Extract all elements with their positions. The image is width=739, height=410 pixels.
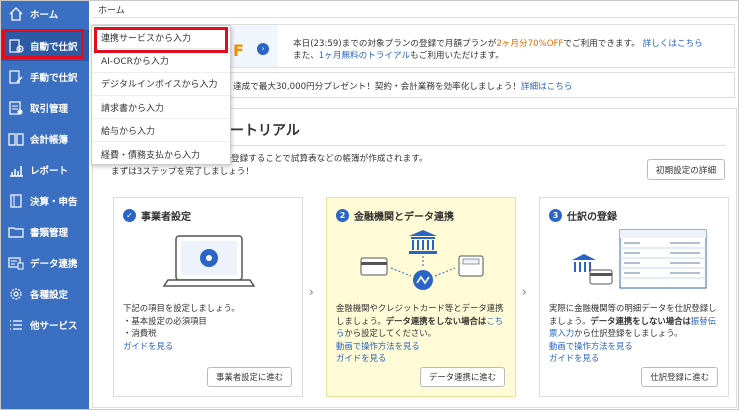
sidebar-item-closing[interactable]: 決算・申告 bbox=[1, 185, 89, 216]
menu-item-invoice[interactable]: 請求書から入力 bbox=[92, 96, 230, 120]
business-settings-button[interactable]: 事業者設定に進む bbox=[207, 367, 292, 387]
step-card-text: ・消費税 bbox=[123, 328, 157, 338]
sidebar: ホーム 自動で仕訳 手動で仕訳 取引管理 会計帳簿 レポート 決算・申告 書類管… bbox=[1, 1, 89, 409]
breadcrumb-home[interactable]: ホーム bbox=[98, 6, 125, 16]
home-icon bbox=[8, 6, 24, 22]
bank-link-illustration bbox=[360, 230, 484, 290]
sidebar-item-label: レポート bbox=[30, 165, 69, 177]
menu-item-payroll[interactable]: 給与から入力 bbox=[92, 119, 230, 143]
promo-text-part: もご利用いただけます。 bbox=[410, 51, 504, 61]
chevron-right-icon: › bbox=[522, 285, 527, 299]
menu-item-digital-invoice[interactable]: デジタルインボイスから入力 bbox=[92, 73, 230, 96]
sidebar-item-label: 手動で仕訳 bbox=[30, 72, 78, 84]
sidebar-item-other-services[interactable]: 他サービス bbox=[1, 309, 89, 340]
list-icon bbox=[8, 317, 24, 333]
transactions-icon bbox=[8, 100, 24, 116]
step-card-body: 実際に金融機関等の明細データを仕訳登録しましょう。データ連携をしない場合は振替伝… bbox=[549, 302, 724, 365]
video-link[interactable]: 動画で操作方法を見る bbox=[336, 341, 420, 351]
folder-icon bbox=[8, 224, 24, 240]
sidebar-item-label: ホーム bbox=[30, 10, 59, 21]
sidebar-item-label: 自動で仕訳 bbox=[30, 41, 78, 53]
step-card-business-settings: ✓ 事業者設定 下記の項目を設定しましょう。 ・基本設定の必須項目 ・消費税 ガ… bbox=[113, 197, 303, 397]
step-card-text: から設定してください。 bbox=[344, 328, 436, 338]
sidebar-item-home[interactable]: ホーム bbox=[1, 1, 89, 27]
promo-letter: F bbox=[233, 41, 244, 60]
closing-icon bbox=[8, 193, 24, 209]
sidebar-item-transactions[interactable]: 取引管理 bbox=[1, 92, 89, 123]
tutorial-desc-line: まずは3ステップを完了しましょう！ bbox=[111, 167, 254, 177]
trial-link[interactable]: 1ヶ月無料のトライアル bbox=[319, 51, 410, 61]
sidebar-item-label: 各種設定 bbox=[30, 289, 69, 301]
auto-entry-dropdown-menu: 連携サービスから入力 AI-OCRから入力 デジタルインボイスから入力 請求書か… bbox=[91, 25, 231, 165]
check-icon: ✓ bbox=[123, 209, 136, 222]
step-card-title: 金融機関とデータ連携 bbox=[354, 212, 454, 223]
promo-text: 本日(23:59)までの対象プランの登録で月額プランが2ヶ月分70%OFFでご利… bbox=[293, 38, 703, 62]
sidebar-item-auto-entry[interactable]: 自動で仕訳 bbox=[1, 30, 89, 61]
report-icon bbox=[8, 162, 24, 178]
journal-table-illustration bbox=[572, 229, 707, 289]
sidebar-item-label: 他サービス bbox=[30, 320, 78, 332]
tutorial-title: ートリアル bbox=[230, 123, 300, 139]
laptop-illustration bbox=[162, 235, 256, 287]
sidebar-item-label: 決算・申告 bbox=[30, 196, 78, 208]
guide-link[interactable]: ガイドを見る bbox=[549, 353, 599, 363]
auto-entry-icon bbox=[8, 38, 24, 54]
data-link-button[interactable]: データ連携に進む bbox=[420, 367, 505, 387]
step-number-badge: 3 bbox=[549, 209, 562, 222]
campaign-text-part: 達成で最大30,000円分プレゼント！契約・会計業務を効率化しましょう！ bbox=[233, 82, 521, 92]
step-card-data-link: 2 金融機関とデータ連携 金融機関やクレジットカード等とデータ連携しましょう。デ… bbox=[326, 197, 516, 397]
guide-link[interactable]: ガイドを見る bbox=[336, 353, 386, 363]
sidebar-item-ledger[interactable]: 会計帳簿 bbox=[1, 123, 89, 154]
sidebar-item-documents[interactable]: 書類管理 bbox=[1, 216, 89, 247]
ledger-icon bbox=[8, 131, 24, 147]
step-card-header: ✓ 事業者設定 bbox=[123, 208, 191, 223]
sidebar-item-settings[interactable]: 各種設定 bbox=[1, 278, 89, 309]
step-card-journal: 3 仕訳の登録 実際に金融機関等の明細データを仕訳登録しましょう。データ連携をし… bbox=[539, 197, 729, 397]
step-card-body: 金融機関やクレジットカード等とデータ連携しましょう。データ連携をしない場合はこち… bbox=[336, 302, 511, 365]
gear-icon bbox=[8, 286, 24, 302]
sidebar-item-label: 取引管理 bbox=[30, 103, 69, 115]
sidebar-item-label: 会計帳簿 bbox=[30, 134, 69, 146]
sidebar-item-data-link[interactable]: データ連携 bbox=[1, 247, 89, 278]
setup-details-button[interactable]: 初期設定の詳細 bbox=[647, 159, 725, 180]
promo-details-link[interactable]: 詳しくはこちら bbox=[643, 39, 703, 49]
data-link-icon bbox=[8, 255, 24, 271]
step-card-header: 3 仕訳の登録 bbox=[549, 208, 617, 223]
promo-text-part: 本日(23:59)までの対象プランの登録で月額プランが bbox=[293, 39, 497, 49]
menu-item-expenses[interactable]: 経費・債務支払から入力 bbox=[92, 142, 230, 165]
step-number-badge: 2 bbox=[336, 209, 349, 222]
step-card-text: から仕訳登録をしましょう。 bbox=[574, 328, 683, 338]
step-card-note: データ連携をしない場合は bbox=[385, 315, 487, 326]
manual-entry-icon bbox=[8, 69, 24, 85]
sidebar-item-report[interactable]: レポート bbox=[1, 154, 89, 185]
menu-item-ai-ocr[interactable]: AI-OCRから入力 bbox=[92, 49, 230, 73]
video-link[interactable]: 動画で操作方法を見る bbox=[549, 341, 633, 351]
menu-item-linked-services[interactable]: 連携サービスから入力 bbox=[92, 26, 230, 50]
guide-link[interactable]: ガイドを見る bbox=[123, 341, 173, 351]
promo-discount: 2ヶ月分70%OFF bbox=[496, 39, 564, 49]
promo-text-part: でご利用できます。 bbox=[563, 39, 640, 49]
step-card-title: 仕訳の登録 bbox=[567, 212, 617, 223]
step-card-text: ・基本設定の必須項目 bbox=[123, 315, 207, 326]
promo-text-part: また、 bbox=[293, 51, 319, 61]
sidebar-item-manual-entry[interactable]: 手動で仕訳 bbox=[1, 61, 89, 92]
campaign-text: 達成で最大30,000円分プレゼント！契約・会計業務を効率化しましょう！詳細はこ… bbox=[233, 80, 572, 92]
journal-entry-button[interactable]: 仕訳登録に進む bbox=[641, 367, 718, 387]
sidebar-item-label: 書類管理 bbox=[30, 227, 69, 239]
step-card-body: 下記の項目を設定しましょう。 ・基本設定の必須項目 ・消費税 ガイドを見る bbox=[123, 302, 298, 352]
step-card-note: データ連携をしない場合は bbox=[590, 315, 691, 326]
chevron-right-icon[interactable]: › bbox=[257, 43, 269, 55]
chevron-right-icon: › bbox=[309, 285, 314, 299]
step-card-title: 事業者設定 bbox=[141, 212, 191, 223]
sidebar-item-label: データ連携 bbox=[30, 258, 78, 270]
step-card-text: 下記の項目を設定しましょう。 bbox=[123, 303, 240, 313]
breadcrumb: ホーム bbox=[92, 0, 738, 18]
step-card-header: 2 金融機関とデータ連携 bbox=[336, 208, 454, 223]
campaign-details-link[interactable]: 詳細はこちら bbox=[521, 82, 573, 92]
